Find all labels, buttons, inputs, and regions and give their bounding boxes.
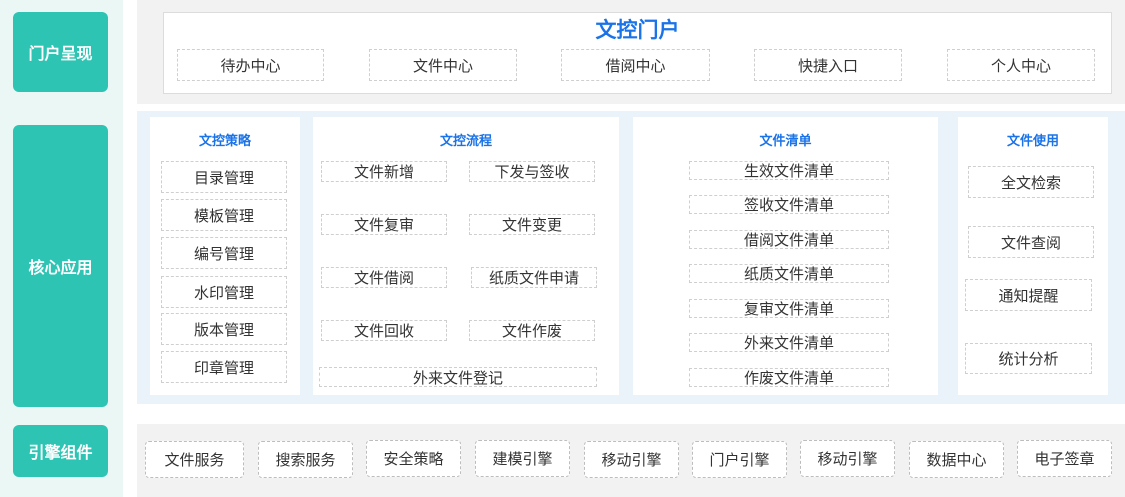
list-panel <box>633 117 938 395</box>
use-item[interactable]: 全文检索 <box>968 166 1094 198</box>
list-item[interactable]: 借阅文件清单 <box>689 230 889 249</box>
flow-title: 文控流程 <box>439 134 492 149</box>
engine-item[interactable]: 文件服务 <box>145 441 244 478</box>
engine-item[interactable]: 数据中心 <box>909 441 1004 478</box>
list-item[interactable]: 生效文件清单 <box>689 161 889 180</box>
flow-item[interactable]: 文件作废 <box>469 320 595 341</box>
strategy-item[interactable]: 目录管理 <box>161 161 287 193</box>
flow-item[interactable]: 外来文件登记 <box>319 367 597 387</box>
engine-item[interactable]: 安全策略 <box>366 440 461 477</box>
portal-item[interactable]: 个人中心 <box>947 49 1095 81</box>
portal-item[interactable]: 借阅中心 <box>561 49 710 81</box>
flow-item[interactable]: 文件新增 <box>321 161 447 182</box>
layer-label-core: 核心应用 <box>13 125 108 407</box>
list-item[interactable]: 外来文件清单 <box>689 333 889 352</box>
layer-label-engine: 引擎组件 <box>13 425 108 477</box>
strategy-item[interactable]: 版本管理 <box>161 313 287 345</box>
list-item[interactable]: 复审文件清单 <box>689 299 889 318</box>
engine-item[interactable]: 电子签章 <box>1017 440 1112 477</box>
list-item[interactable]: 纸质文件清单 <box>689 264 889 283</box>
flow-item[interactable]: 文件回收 <box>321 320 447 341</box>
flow-item[interactable]: 文件变更 <box>469 214 595 235</box>
flow-panel <box>313 117 619 395</box>
layer-label-portal: 门户呈现 <box>13 12 108 92</box>
use-item[interactable]: 通知提醒 <box>965 279 1092 311</box>
engine-item[interactable]: 搜索服务 <box>258 441 353 478</box>
portal-item[interactable]: 待办中心 <box>177 49 324 81</box>
use-item[interactable]: 文件查阅 <box>968 226 1094 258</box>
list-item[interactable]: 签收文件清单 <box>689 195 889 214</box>
portal-item[interactable]: 文件中心 <box>369 49 517 81</box>
flow-item[interactable]: 纸质文件申请 <box>471 267 597 288</box>
use-title: 文件使用 <box>1006 134 1059 149</box>
portal-title: 文控门户 <box>595 18 680 42</box>
strategy-item[interactable]: 编号管理 <box>161 237 287 269</box>
use-item[interactable]: 统计分析 <box>965 343 1092 374</box>
list-item[interactable]: 作废文件清单 <box>689 368 889 387</box>
strategy-item[interactable]: 水印管理 <box>161 276 287 308</box>
engine-item[interactable]: 移动引擎 <box>800 440 895 477</box>
flow-item[interactable]: 下发与签收 <box>469 161 595 182</box>
portal-item[interactable]: 快捷入口 <box>754 49 902 81</box>
flow-item[interactable]: 文件借阅 <box>321 267 447 288</box>
strategy-item[interactable]: 模板管理 <box>161 199 287 231</box>
strategy-item[interactable]: 印章管理 <box>161 351 287 383</box>
strategy-title: 文控策略 <box>198 134 251 149</box>
engine-item[interactable]: 移动引擎 <box>584 441 679 478</box>
engine-item[interactable]: 建模引擎 <box>475 440 570 477</box>
engine-item[interactable]: 门户引擎 <box>692 441 787 478</box>
flow-item[interactable]: 文件复审 <box>321 214 447 235</box>
list-title: 文件清单 <box>759 134 812 149</box>
